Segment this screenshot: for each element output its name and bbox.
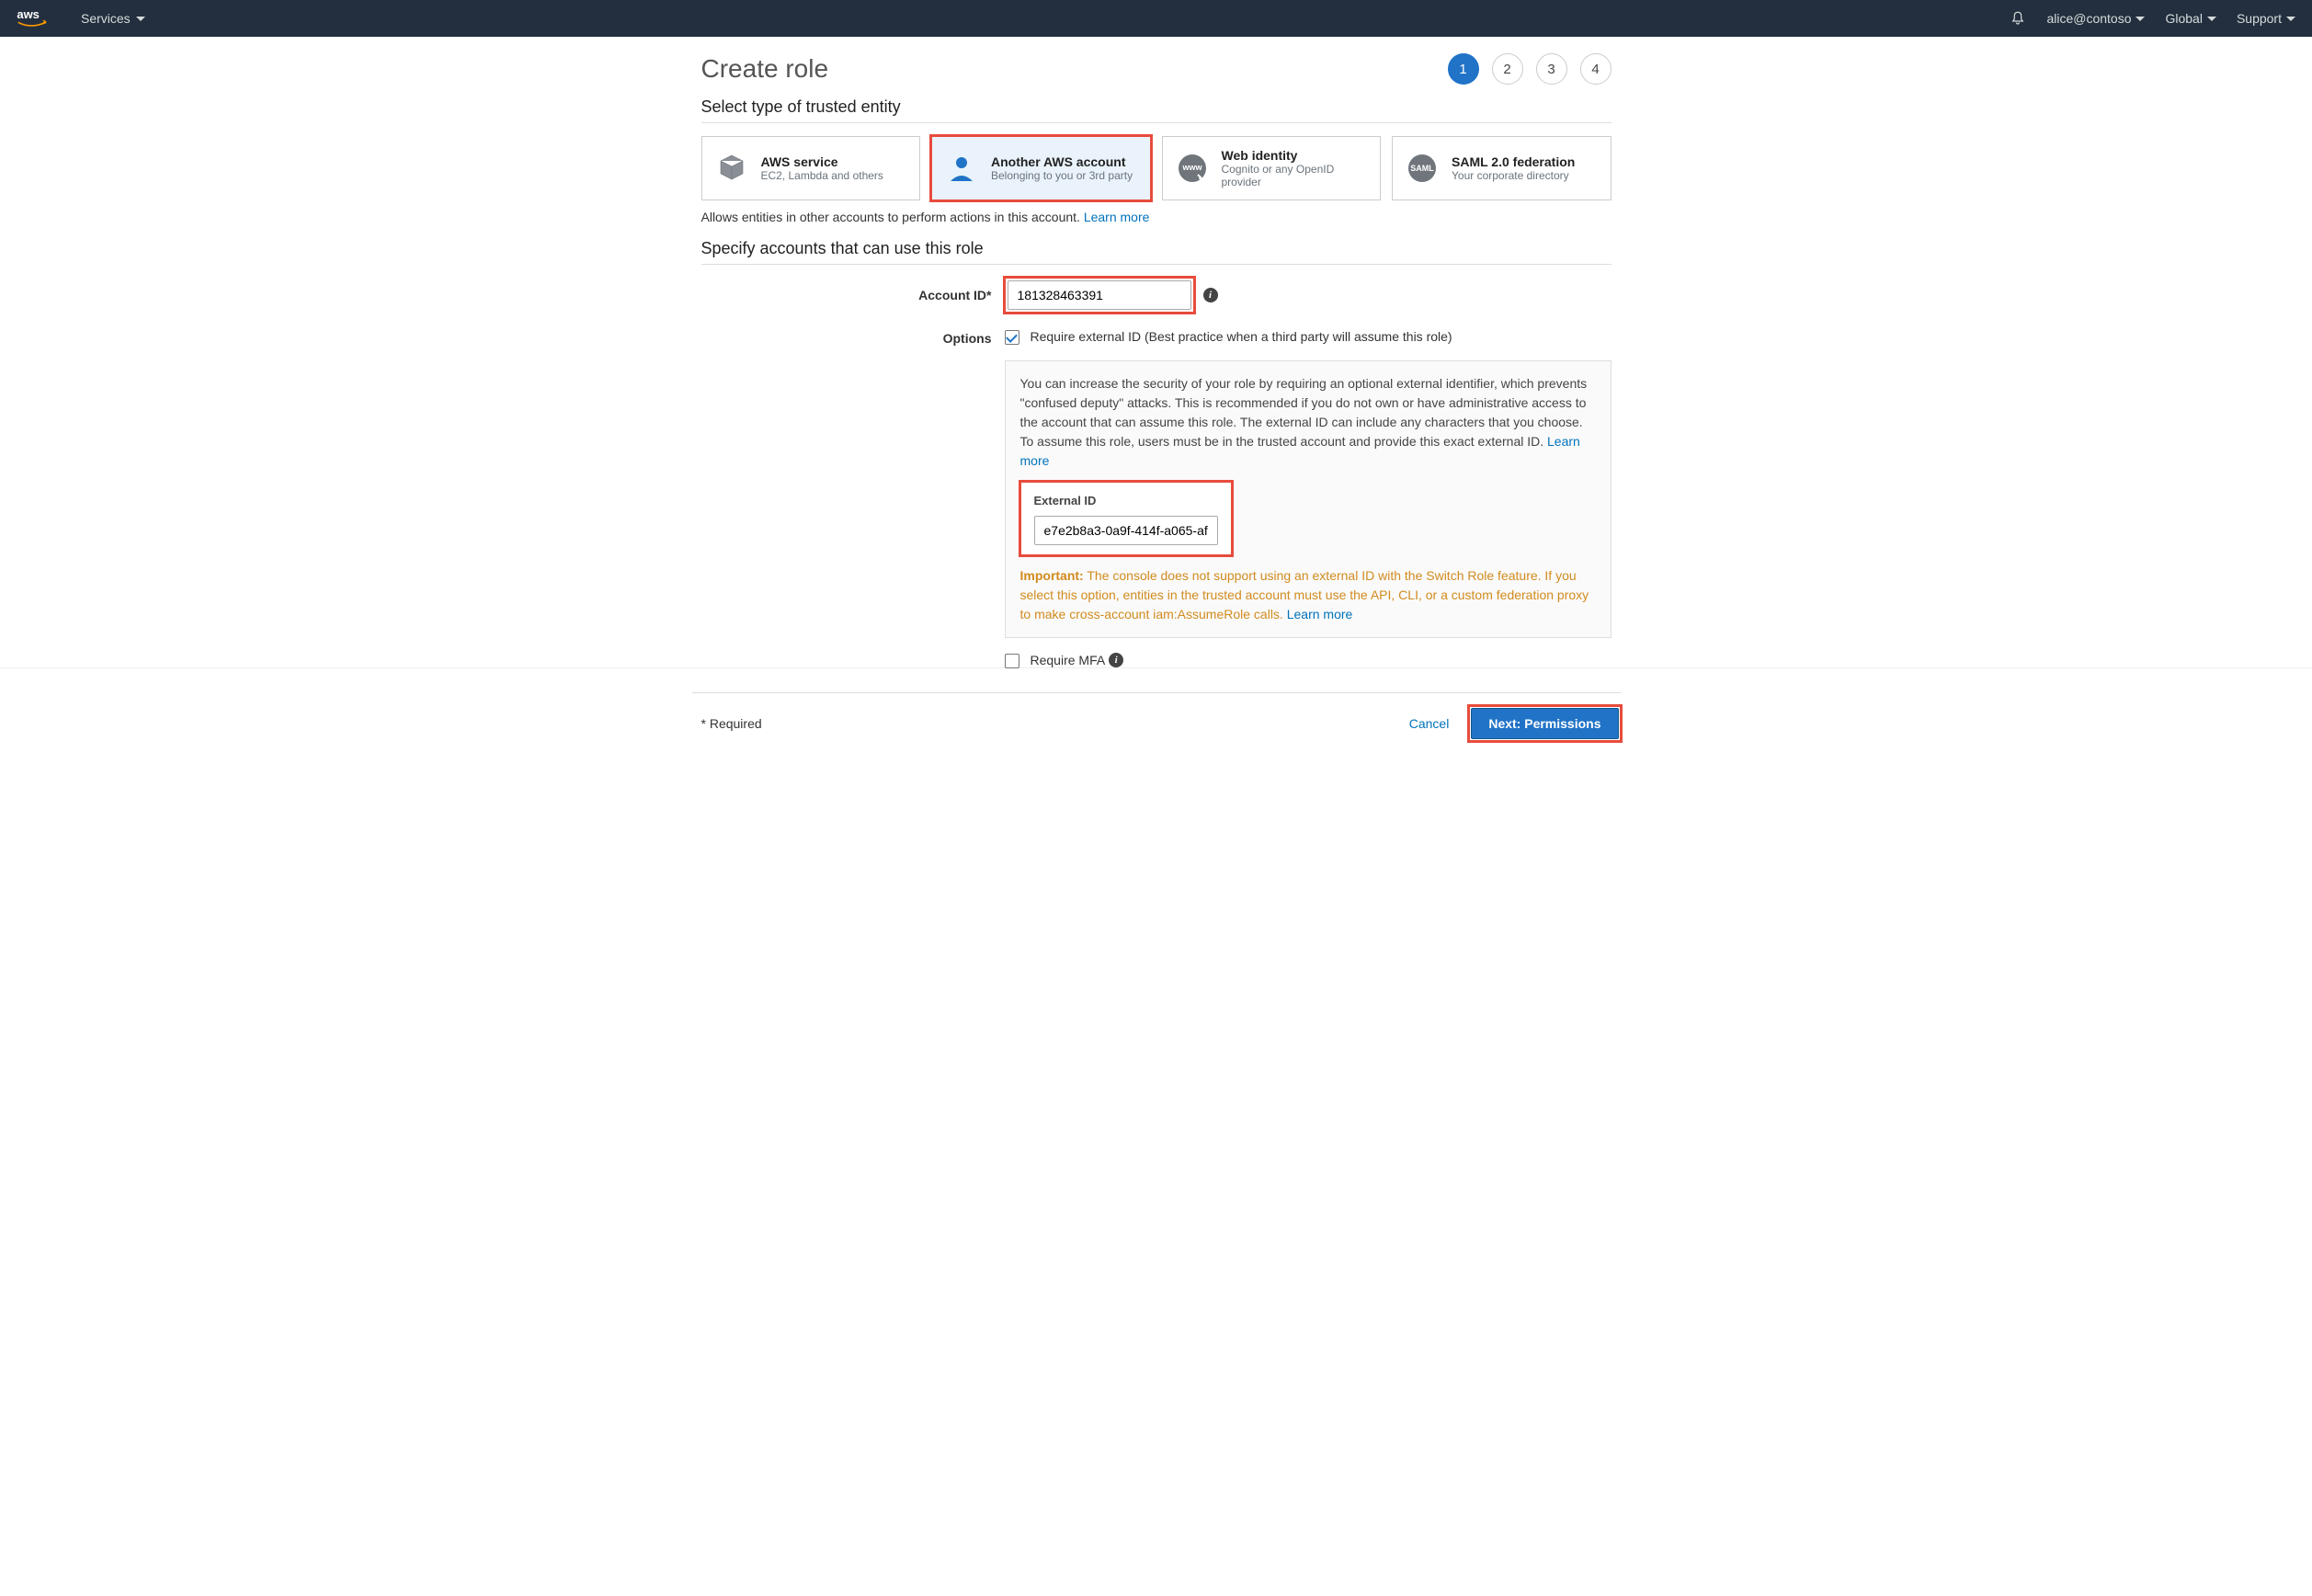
entity-card-aws-service[interactable]: AWS service EC2, Lambda and others [701, 136, 921, 200]
services-menu[interactable]: Services [81, 11, 145, 26]
topbar: aws Services alice@contoso Global Suppor… [0, 0, 2312, 37]
cube-icon [715, 152, 748, 185]
learn-more-link[interactable]: Learn more [1287, 607, 1353, 621]
entity-subtitle: Belonging to you or 3rd party [991, 169, 1133, 182]
region-label: Global [2165, 11, 2202, 26]
caret-down-icon [2135, 17, 2145, 21]
wizard-step-2[interactable]: 2 [1492, 53, 1523, 85]
external-id-label: External ID [1034, 492, 1218, 510]
info-icon[interactable]: i [1109, 653, 1123, 667]
external-id-input[interactable] [1034, 516, 1218, 545]
support-menu[interactable]: Support [2237, 11, 2295, 26]
options-label: Options [701, 329, 1005, 346]
svg-text:aws: aws [17, 7, 40, 21]
services-label: Services [81, 11, 131, 26]
entity-title: AWS service [761, 154, 883, 169]
learn-more-link[interactable]: Learn more [1084, 210, 1150, 224]
support-label: Support [2237, 11, 2282, 26]
www-icon: www [1176, 152, 1209, 185]
entity-description-text: Allows entities in other accounts to per… [701, 210, 1084, 224]
require-mfa-label: Require MFA [1031, 653, 1106, 667]
svg-text:www: www [1181, 163, 1202, 172]
saml-icon: SAML [1406, 152, 1439, 185]
require-external-id-checkbox[interactable] [1005, 330, 1019, 345]
wizard-step-3[interactable]: 3 [1536, 53, 1567, 85]
notifications-button[interactable] [2010, 10, 2026, 27]
region-menu[interactable]: Global [2165, 11, 2215, 26]
info-icon[interactable]: i [1203, 288, 1218, 302]
account-id-input[interactable] [1008, 280, 1191, 310]
entity-card-another-aws-account[interactable]: Another AWS account Belonging to you or … [931, 136, 1151, 200]
external-id-info-text: You can increase the security of your ro… [1020, 376, 1588, 449]
section-trusted-entity-heading: Select type of trusted entity [701, 97, 1612, 117]
entity-description: Allows entities in other accounts to per… [701, 210, 1612, 224]
entity-card-web-identity[interactable]: www Web identity Cognito or any OpenID p… [1162, 136, 1382, 200]
require-mfa-checkbox[interactable] [1005, 654, 1019, 668]
bell-icon [2010, 10, 2026, 27]
important-label: Important: [1020, 568, 1084, 583]
next-permissions-button[interactable]: Next: Permissions [1471, 708, 1618, 739]
entity-title: Web identity [1222, 148, 1368, 163]
section-specify-heading: Specify accounts that can use this role [701, 239, 1612, 258]
wizard-step-4[interactable]: 4 [1580, 53, 1612, 85]
require-external-id-label: Require external ID (Best practice when … [1031, 329, 1452, 344]
caret-down-icon [2207, 17, 2216, 21]
caret-down-icon [2286, 17, 2295, 21]
entity-subtitle: EC2, Lambda and others [761, 169, 883, 182]
entity-subtitle: Your corporate directory [1452, 169, 1575, 182]
account-menu[interactable]: alice@contoso [2046, 11, 2145, 26]
aws-logo[interactable]: aws [17, 6, 57, 30]
external-id-info-panel: You can increase the security of your ro… [1005, 360, 1612, 638]
wizard-step-1[interactable]: 1 [1448, 53, 1479, 85]
entity-subtitle: Cognito or any OpenID provider [1222, 163, 1368, 188]
entity-card-saml-federation[interactable]: SAML SAML 2.0 federation Your corporate … [1392, 136, 1612, 200]
entity-title: Another AWS account [991, 154, 1133, 169]
svg-text:SAML: SAML [1410, 164, 1434, 173]
account-id-label: Account ID* [701, 288, 1005, 302]
caret-down-icon [136, 17, 145, 21]
external-id-field-group: External ID [1020, 482, 1232, 555]
page-title: Create role [701, 54, 829, 84]
wizard-steps: 1 2 3 4 [1448, 53, 1612, 85]
account-label: alice@contoso [2046, 11, 2131, 26]
required-note: * Required [701, 716, 762, 731]
cancel-button[interactable]: Cancel [1409, 716, 1450, 731]
entity-title: SAML 2.0 federation [1452, 154, 1575, 169]
person-icon [945, 152, 978, 185]
